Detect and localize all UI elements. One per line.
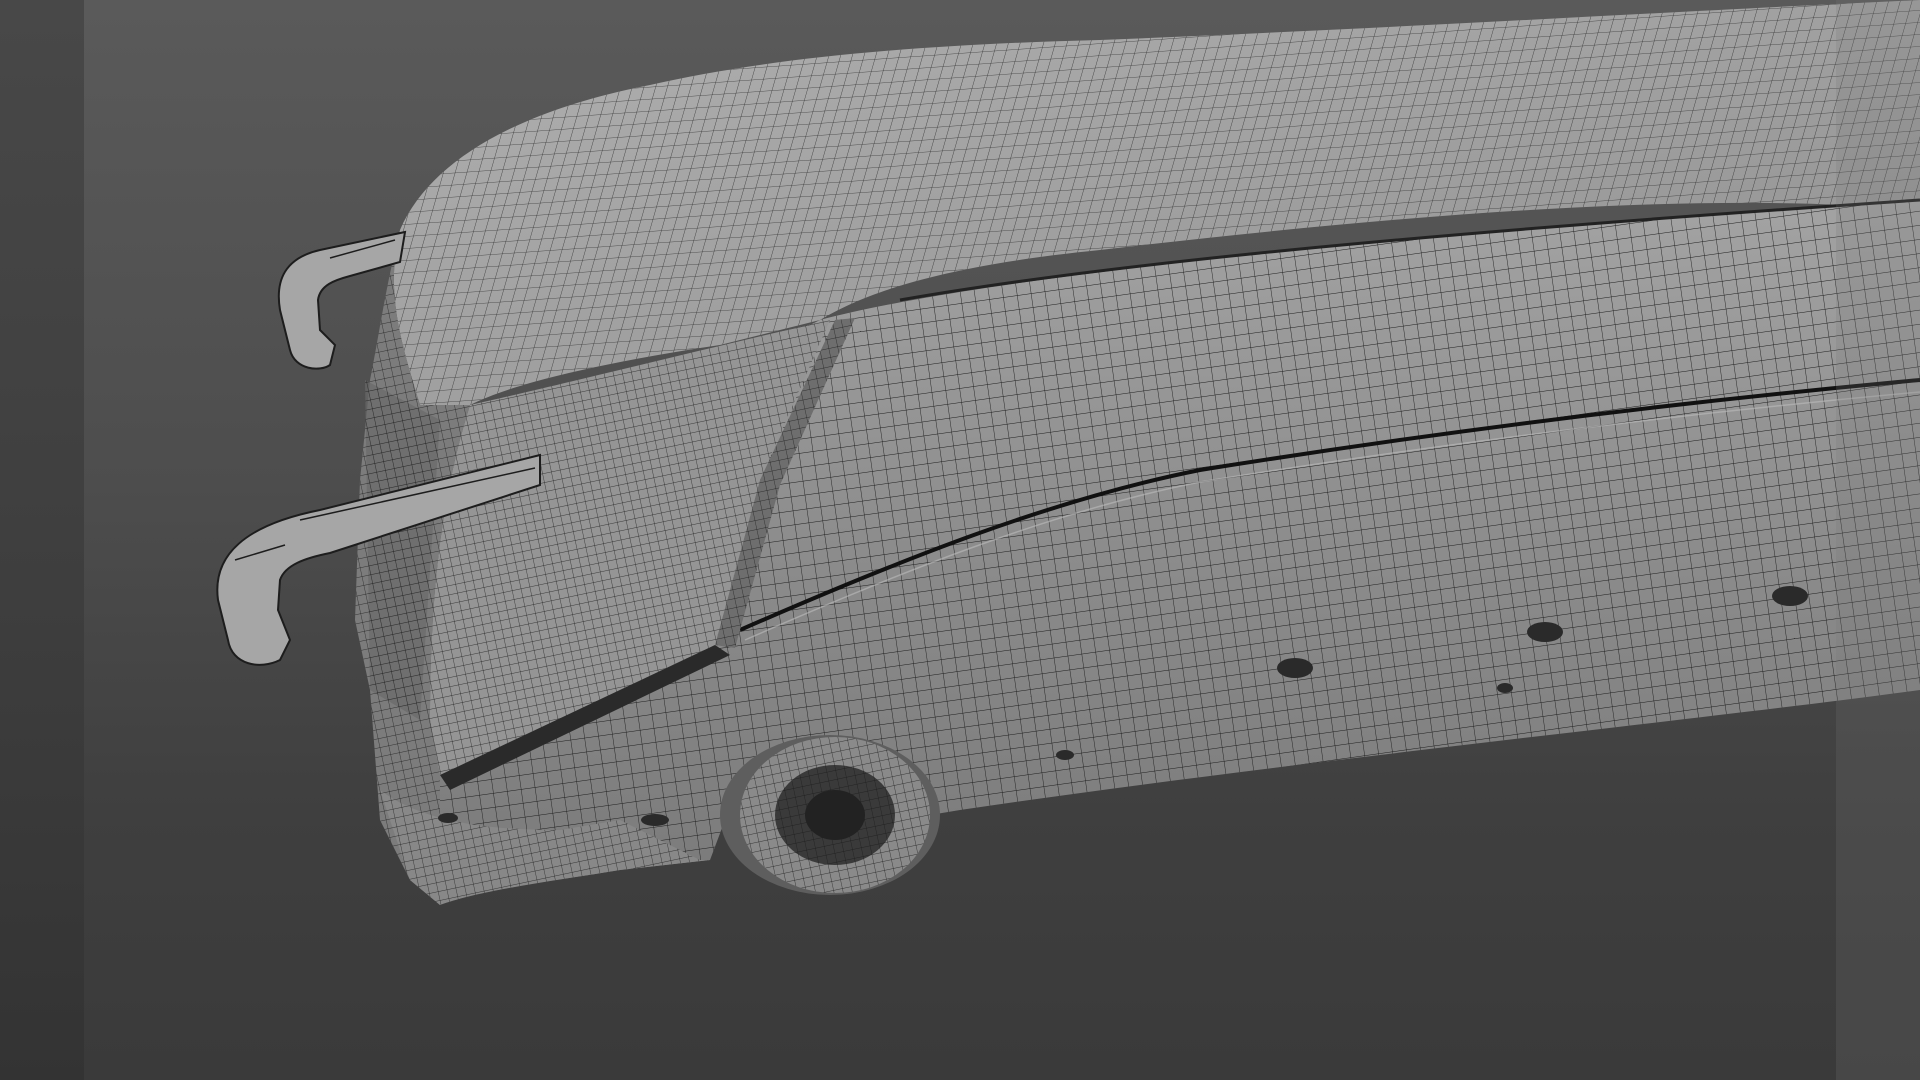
- right-panel: [1836, 0, 1920, 1080]
- front-wheel-icon[interactable]: [720, 735, 940, 895]
- 3d-viewport[interactable]: [0, 0, 1920, 1080]
- mesh-render: [216, 0, 1920, 905]
